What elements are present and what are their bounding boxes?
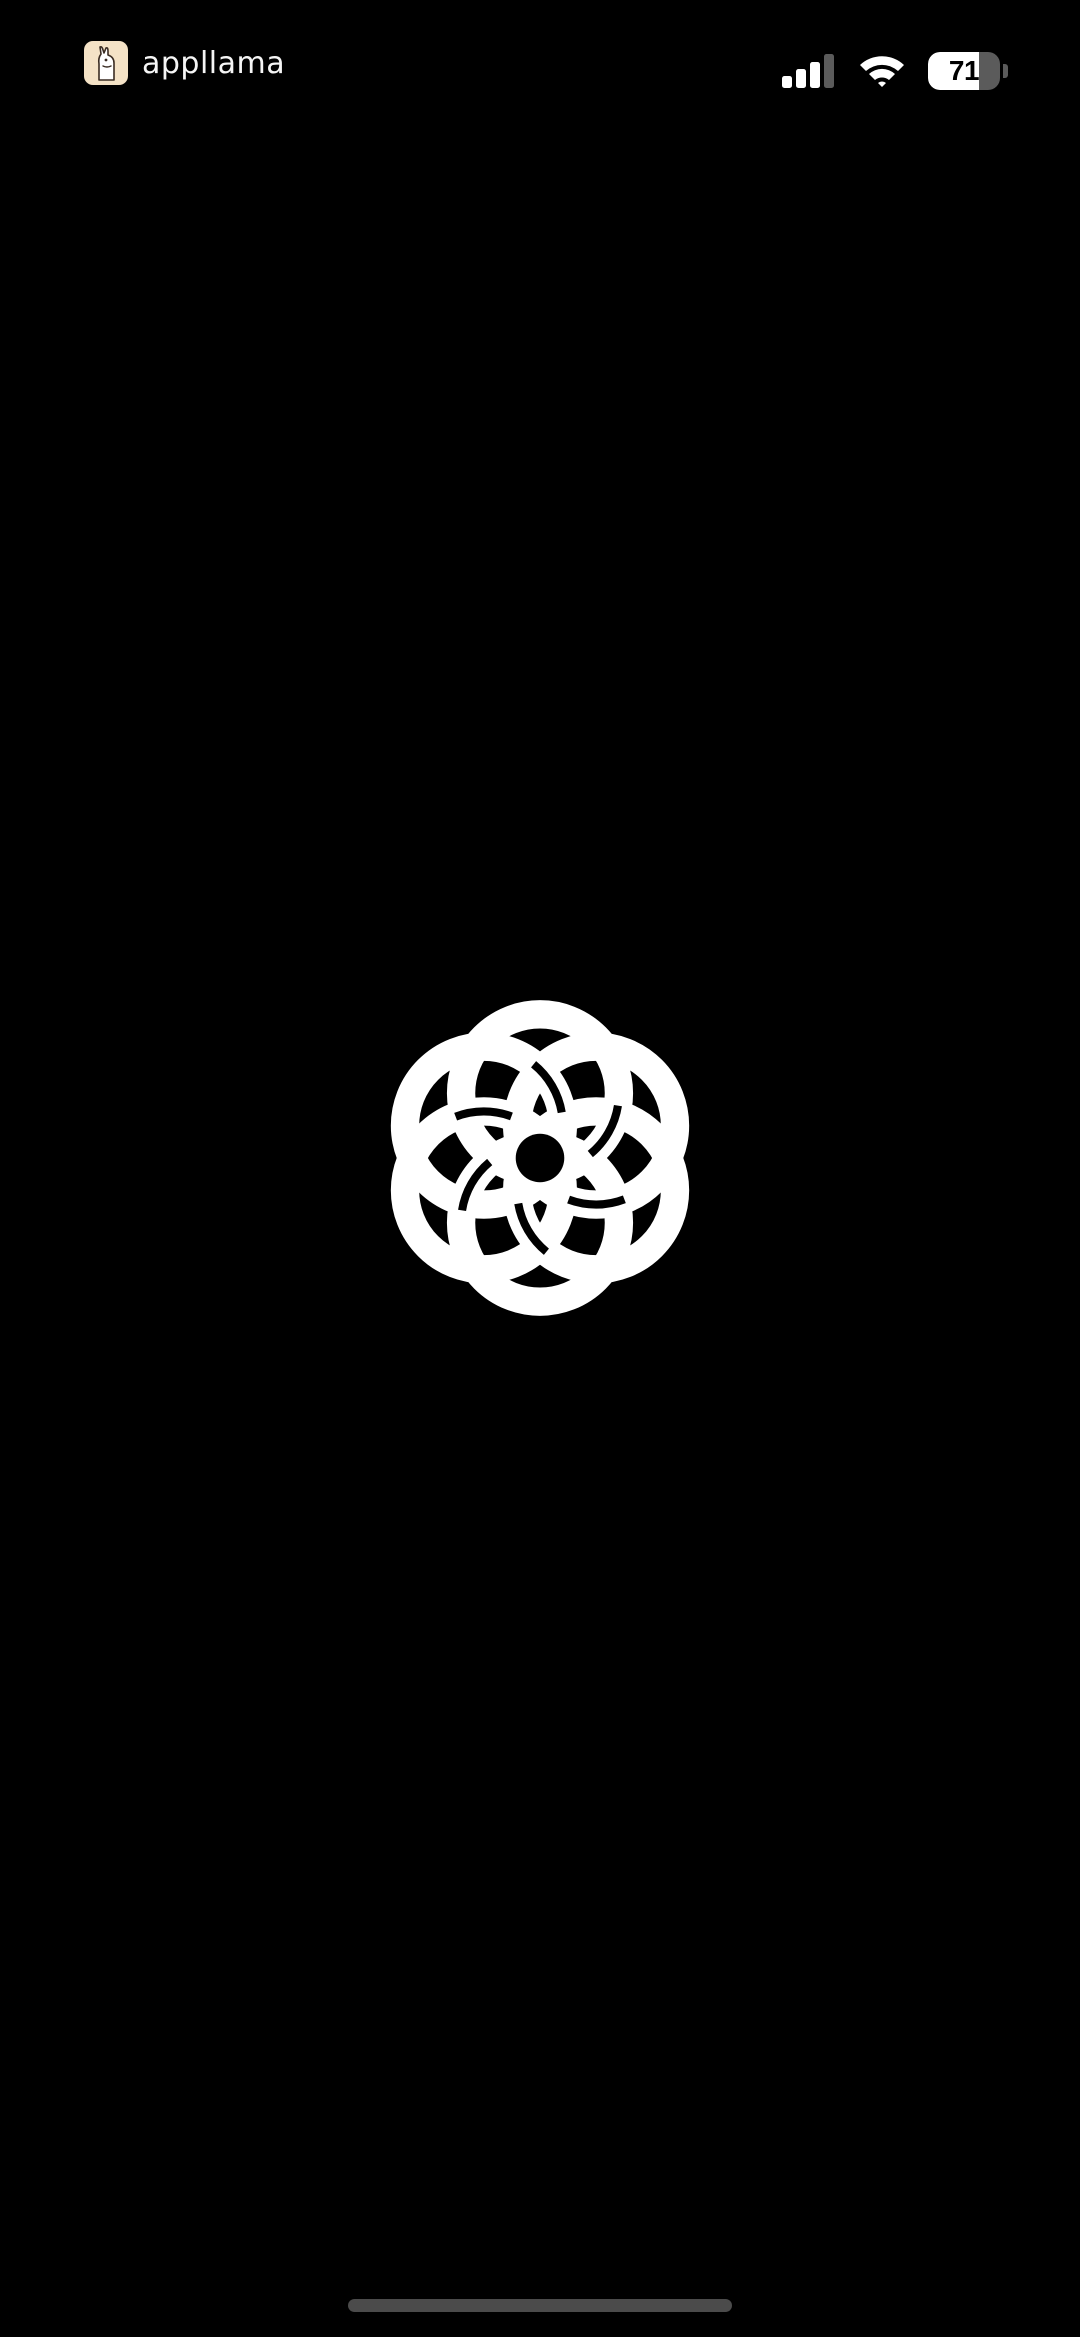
llama-logo-icon [84,41,128,85]
status-bar: appllama 71 [0,0,1080,130]
interlocking-rings-icon [390,1000,690,1316]
battery-percentage: 71 [948,55,980,86]
home-indicator[interactable] [348,2299,732,2312]
battery-cap [1003,64,1008,78]
app-brand: appllama [84,40,285,86]
cellular-signal-icon [782,54,834,88]
battery-indicator: 71 [928,52,1000,90]
wifi-icon [860,56,904,87]
status-icons: 71 [782,48,1008,94]
brand-name: appllama [142,45,286,81]
